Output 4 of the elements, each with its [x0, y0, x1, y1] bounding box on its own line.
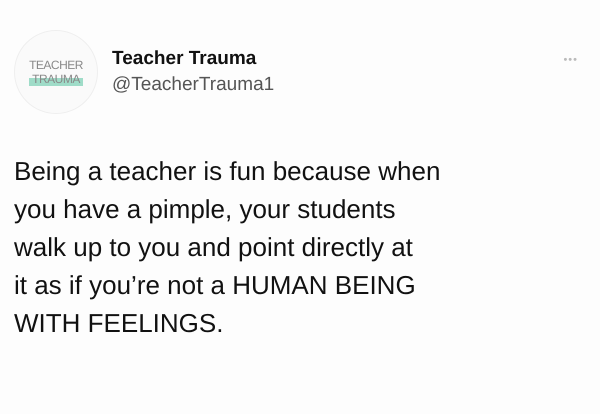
author-handle: @TeacherTrauma1 — [112, 74, 276, 96]
more-button[interactable]: ••• — [563, 54, 578, 66]
author-name: Teacher Trauma — [112, 48, 258, 70]
tweet-text: Being a teacher is fun because when you have a pimple, your students walk up to you and point directly at it as if you’re not a HUMAN BEING WITH FEELINGS. — [14, 155, 442, 340]
